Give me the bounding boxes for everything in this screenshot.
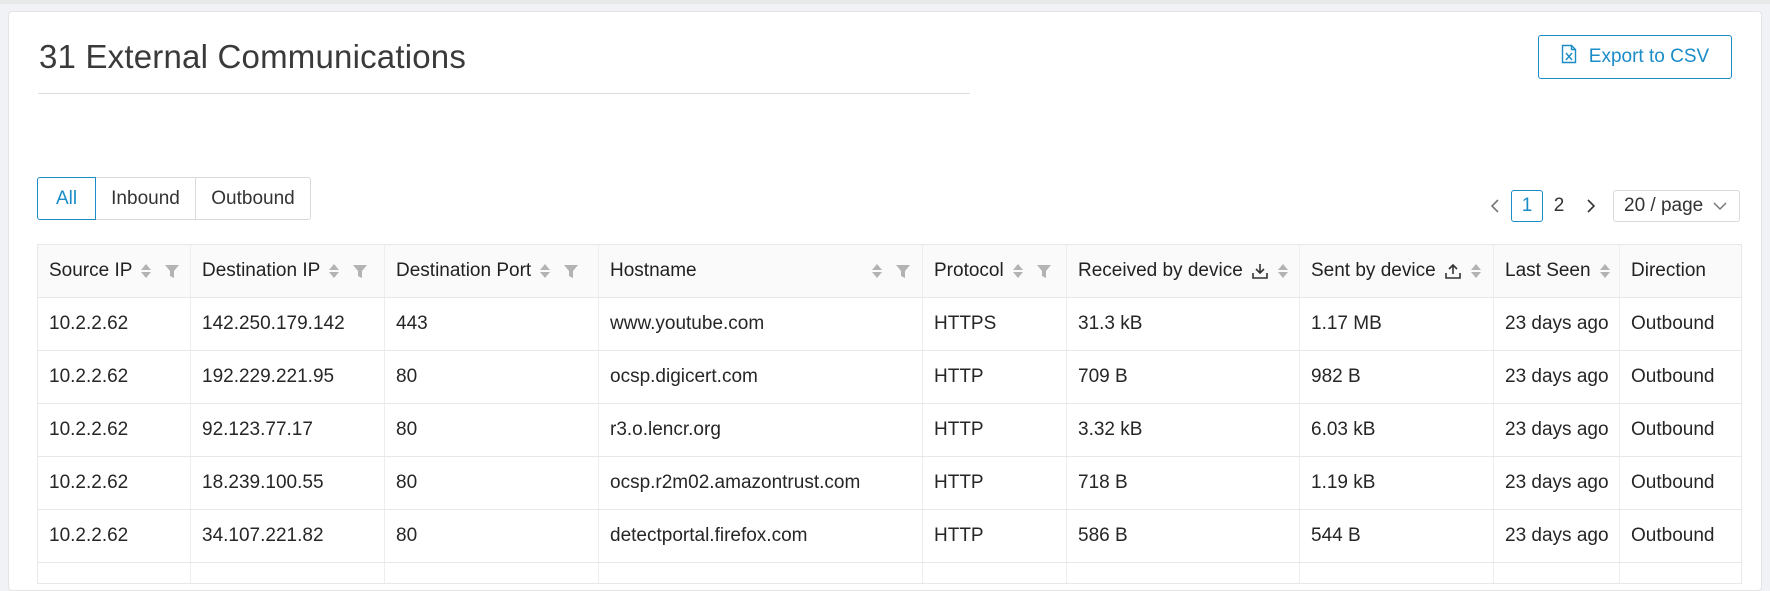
cell-destination-port: 80 (385, 510, 599, 562)
table-body: 10.2.2.62 142.250.179.142 443 www.youtube.c… (38, 298, 1741, 563)
cell-received: 31.3 kB (1067, 298, 1300, 350)
sort-icon[interactable] (1470, 264, 1481, 278)
cell-protocol: HTTPS (923, 298, 1067, 350)
tab-inbound[interactable]: Inbound (95, 177, 196, 220)
filter-icon[interactable] (564, 264, 579, 278)
cell-hostname: ocsp.digicert.com (599, 351, 923, 403)
cell-hostname: r3.o.lencr.org (599, 404, 923, 456)
tab-outbound[interactable]: Outbound (195, 177, 311, 220)
chevron-down-icon (1713, 202, 1727, 211)
page-size-value: 20 / page (1624, 195, 1704, 216)
column-header-received[interactable]: Received by device (1067, 245, 1300, 297)
table-row[interactable]: 10.2.2.62 142.250.179.142 443 www.youtube.c… (38, 298, 1741, 351)
page-title: 31 External Communications (39, 38, 467, 75)
tab-all[interactable]: All (37, 177, 96, 220)
cell-last-seen: 23 days ago (1494, 298, 1620, 350)
cell-last-seen: 23 days ago (1494, 510, 1620, 562)
table-row[interactable]: 10.2.2.62 192.229.221.95 80 ocsp.digicert.c… (38, 351, 1741, 404)
filter-icon[interactable] (353, 264, 368, 278)
cell-direction: Outbound (1631, 525, 1715, 546)
cell-received: 718 B (1067, 457, 1300, 509)
cell-destination-port: 80 (385, 404, 599, 456)
chevron-right-icon (1587, 199, 1596, 213)
cell-direction: Outbound (1631, 472, 1715, 493)
column-header-source-ip[interactable]: Source IP (38, 245, 191, 297)
cell-protocol: HTTP (923, 404, 1067, 456)
page-size-select[interactable]: 20 / page (1613, 190, 1740, 222)
cell-sent: 1.19 kB (1300, 457, 1494, 509)
column-header-hostname[interactable]: Hostname (599, 245, 923, 297)
cell-sent: 1.17 MB (1300, 298, 1494, 350)
filter-icon[interactable] (896, 264, 910, 278)
cell-source-ip: 10.2.2.62 (38, 404, 191, 456)
table-header-row: Source IP Destination IP Destination Por… (38, 245, 1741, 298)
sort-icon[interactable] (1599, 264, 1610, 278)
cell-received: 586 B (1067, 510, 1300, 562)
cell-last-seen: 23 days ago (1494, 351, 1620, 403)
pagination: 1 2 20 / page (1479, 190, 1740, 222)
cell-sent: 544 B (1300, 510, 1494, 562)
export-csv-button[interactable]: Export to CSV (1538, 35, 1732, 79)
column-header-destination-ip[interactable]: Destination IP (191, 245, 385, 297)
prev-page-button[interactable] (1479, 190, 1511, 222)
table-row[interactable]: 10.2.2.62 34.107.221.82 80 detectportal.fir… (38, 510, 1741, 563)
download-icon (1251, 264, 1268, 279)
sort-icon[interactable] (1277, 264, 1288, 278)
cell-destination-port: 80 (385, 351, 599, 403)
column-header-sent[interactable]: Sent by device (1300, 245, 1494, 297)
csv-file-icon (1561, 44, 1577, 70)
table-row[interactable]: 10.2.2.62 92.123.77.17 80 r3.o.lencr.org HTT… (38, 404, 1741, 457)
cell-destination-ip: 92.123.77.17 (191, 404, 385, 456)
cell-received: 3.32 kB (1067, 404, 1300, 456)
column-header-protocol[interactable]: Protocol (923, 245, 1067, 297)
cell-source-ip: 10.2.2.62 (38, 457, 191, 509)
cell-hostname: ocsp.r2m02.amazontrust.com (599, 457, 923, 509)
cell-received: 709 B (1067, 351, 1300, 403)
next-page-button[interactable] (1575, 190, 1607, 222)
cell-hostname: detectportal.firefox.com (599, 510, 923, 562)
table-row[interactable]: 10.2.2.62 18.239.100.55 80 ocsp.r2m02.amazo… (38, 457, 1741, 510)
table-row-partial (38, 563, 1741, 583)
cell-direction: Outbound (1631, 366, 1715, 387)
cell-last-seen: 23 days ago (1494, 457, 1620, 509)
cell-destination-port: 80 (385, 457, 599, 509)
filter-icon[interactable] (165, 264, 180, 278)
cell-destination-port: 443 (385, 298, 599, 350)
top-strip (0, 0, 1770, 4)
direction-filter: All Inbound Outbound (37, 177, 311, 220)
cell-sent: 6.03 kB (1300, 404, 1494, 456)
sort-icon[interactable] (872, 264, 882, 278)
communications-table: Source IP Destination IP Destination Por… (37, 244, 1742, 584)
cell-direction: Outbound (1631, 313, 1715, 334)
chevron-left-icon (1490, 199, 1499, 213)
cell-source-ip: 10.2.2.62 (38, 510, 191, 562)
cell-protocol: HTTP (923, 351, 1067, 403)
cell-direction: Outbound (1631, 419, 1715, 440)
cell-sent: 982 B (1300, 351, 1494, 403)
column-header-destination-port[interactable]: Destination Port (385, 245, 599, 297)
page-2-button[interactable]: 2 (1543, 190, 1575, 222)
cell-last-seen: 23 days ago (1494, 404, 1620, 456)
column-header-last-seen[interactable]: Last Seen (1494, 245, 1620, 297)
cell-protocol: HTTP (923, 457, 1067, 509)
cell-protocol: HTTP (923, 510, 1067, 562)
cell-source-ip: 10.2.2.62 (38, 298, 191, 350)
cell-destination-ip: 192.229.221.95 (191, 351, 385, 403)
page-1-button[interactable]: 1 (1511, 190, 1543, 222)
cell-destination-ip: 34.107.221.82 (191, 510, 385, 562)
communications-card: 31 External Communications Export to CSV… (8, 11, 1762, 591)
column-header-direction: Direction (1631, 260, 1706, 281)
export-csv-label: Export to CSV (1588, 46, 1710, 67)
sort-icon[interactable] (329, 264, 340, 278)
cell-hostname: www.youtube.com (599, 298, 923, 350)
sort-icon[interactable] (1012, 264, 1023, 278)
upload-icon (1444, 263, 1461, 279)
cell-destination-ip: 18.239.100.55 (191, 457, 385, 509)
sort-icon[interactable] (141, 264, 152, 278)
cell-destination-ip: 142.250.179.142 (191, 298, 385, 350)
title-divider (38, 93, 970, 94)
cell-source-ip: 10.2.2.62 (38, 351, 191, 403)
sort-icon[interactable] (540, 264, 551, 278)
filter-icon[interactable] (1036, 264, 1051, 278)
